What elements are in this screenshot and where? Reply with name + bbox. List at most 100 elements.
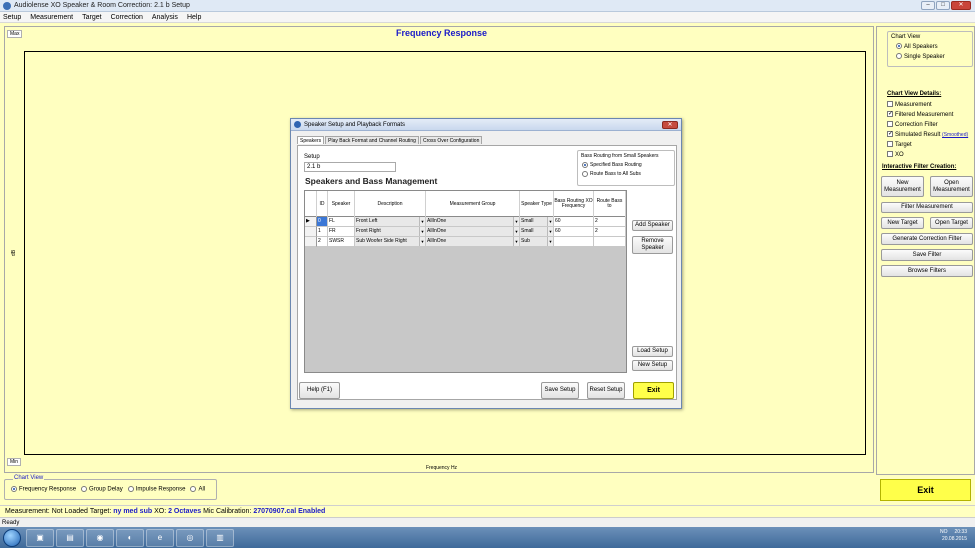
radio-specified-bass-routing[interactable]: Specified Bass Routing [578, 161, 674, 170]
check-simulated-result[interactable]: ✓ Simulated Result (Smoothed) [887, 130, 975, 140]
app-icon-n[interactable]: ◐ [116, 528, 144, 547]
check-label: XO [895, 152, 904, 158]
radio-frequency-response[interactable]: Frequency Response [11, 486, 76, 493]
radio-off-icon [896, 53, 902, 60]
cell-type-dropdown[interactable]: Small ▼ [520, 227, 554, 237]
check-filtered-measurement[interactable]: ✓ Filtered Measurement [887, 110, 975, 120]
setup-name-field[interactable]: 2.1 b [304, 162, 396, 172]
folder-icon[interactable]: ▤ [56, 528, 84, 547]
tab-speakers[interactable]: Speakers [297, 136, 325, 144]
minimize-button[interactable]: – [921, 1, 935, 10]
smoothed-link[interactable]: (Smoothed) [942, 132, 968, 138]
cell-xo-frequency[interactable]: 60 [554, 217, 594, 227]
cell-group-dropdown[interactable]: AllInOne ▼ [426, 237, 520, 247]
add-speaker-button[interactable]: Add Speaker [632, 220, 673, 231]
open-measurement-button[interactable]: Open Measurement [930, 176, 973, 197]
new-measurement-button[interactable]: New Measurement [881, 176, 924, 197]
generate-correction-filter-button[interactable]: Generate Correction Filter [881, 233, 973, 245]
save-setup-button[interactable]: Save Setup [541, 382, 579, 399]
check-label: Correction Filter [895, 122, 938, 128]
radio-route-bass-all-subs[interactable]: Route Bass to All Subs [578, 170, 674, 179]
cell-group-dropdown[interactable]: AllInOne ▼ [426, 217, 520, 227]
new-target-button[interactable]: New Target [881, 217, 924, 229]
start-button[interactable] [3, 528, 21, 547]
dropdown-arrow-icon: ▼ [513, 237, 519, 246]
y-max-field[interactable]: Max [7, 30, 23, 38]
menu-measurement[interactable]: Measurement [30, 14, 73, 21]
target-status-value: ny med sub [113, 508, 153, 515]
browse-filters-button[interactable]: Browse Filters [881, 265, 973, 277]
mic-status-value: 27070907.cal Enabled [253, 508, 326, 515]
cell-group-dropdown[interactable]: AllInOne ▼ [426, 227, 520, 237]
cell-type: Small [521, 218, 534, 224]
new-setup-button[interactable]: New Setup [632, 360, 673, 371]
cell-description-dropdown[interactable]: Front Left ▼ [355, 217, 426, 227]
tab-cross-over[interactable]: Cross Over Configuration [419, 136, 483, 144]
radio-single-speaker[interactable]: Single Speaker [888, 52, 972, 62]
cell-description-dropdown[interactable]: Front Right ▼ [355, 227, 426, 237]
explorer-icon[interactable]: ▣ [26, 528, 54, 547]
check-xo[interactable]: XO [887, 150, 975, 160]
dialog-close-button[interactable]: ✕ [662, 121, 678, 129]
tab-playback-format[interactable]: Play Back Format and Channel Routing [325, 136, 419, 144]
cell-speaker[interactable]: SWSR [328, 237, 355, 247]
radio-all[interactable]: All [190, 486, 205, 493]
cell-description-dropdown[interactable]: Sub Woofer Side Right ▼ [355, 237, 426, 247]
radio-all-speakers[interactable]: All Speakers [888, 42, 972, 52]
cell-type-dropdown[interactable]: Sub ▼ [520, 237, 554, 247]
cell-id[interactable]: 1 [317, 227, 328, 237]
menu-target[interactable]: Target [82, 14, 101, 21]
dialog-exit-button[interactable]: Exit [633, 382, 674, 399]
check-target[interactable]: Target [887, 140, 975, 150]
radio-group-delay[interactable]: Group Delay [81, 486, 123, 493]
cell-id[interactable]: 0 [317, 217, 328, 227]
cell-id[interactable]: 2 [317, 237, 328, 247]
main-exit-button[interactable]: Exit [880, 479, 971, 501]
help-button[interactable]: Help (F1) [299, 382, 340, 399]
browser-icon[interactable]: e [146, 528, 174, 547]
check-measurement[interactable]: Measurement [887, 100, 975, 110]
save-filter-button[interactable]: Save Filter [881, 249, 973, 261]
status-info-bar: Measurement: Not Loaded Target: ny med s… [0, 505, 975, 517]
bass-routing-title: Bass Routing from Small Speakers [581, 153, 659, 159]
cell-xo-frequency[interactable] [554, 237, 594, 247]
cell-speaker[interactable]: FR [328, 227, 355, 237]
load-setup-button[interactable]: Load Setup [632, 346, 673, 357]
radio-label: Frequency Response [19, 486, 77, 493]
close-button[interactable]: ✕ [951, 1, 971, 10]
table-row[interactable]: 1 FR Front Right ▼ AllInOne ▼ Small ▼ 60 2 [305, 227, 626, 237]
audiolense-icon[interactable]: ◉ [86, 528, 114, 547]
menu-help[interactable]: Help [187, 14, 201, 21]
cell-route-bass[interactable]: 2 [594, 217, 626, 227]
check-label: Measurement [895, 102, 932, 108]
details-title: Chart View Details: [887, 91, 942, 97]
col-header-speaker-type: Speaker Type [520, 191, 554, 217]
cell-speaker[interactable]: FL [328, 217, 355, 227]
maximize-button[interactable]: □ [936, 1, 950, 10]
check-correction-filter[interactable]: Correction Filter [887, 120, 975, 130]
cell-route-bass[interactable] [594, 237, 626, 247]
cell-route-bass[interactable]: 2 [594, 227, 626, 237]
tray-language[interactable]: NO [940, 529, 948, 535]
taskbar: ▣ ▤ ◉ ◐ e ◎ ▥ NO 20:33 20.08.2015 [0, 527, 975, 548]
col-header-description: Description [355, 191, 426, 217]
menu-setup[interactable]: Setup [3, 14, 21, 21]
dropdown-arrow-icon: ▼ [547, 227, 553, 236]
radio-impulse-response[interactable]: Impulse Response [127, 486, 185, 493]
media-icon[interactable]: ◎ [176, 528, 204, 547]
speaker-setup-dialog: Speaker Setup and Playback Formats ✕ Spe… [290, 118, 682, 409]
dialog-title: Speaker Setup and Playback Formats [304, 121, 406, 128]
table-row[interactable]: 2 SWSR Sub Woofer Side Right ▼ AllInOne ▼ … [305, 237, 626, 247]
remove-speaker-button[interactable]: Remove Speaker [632, 236, 673, 254]
checkbox-icon [887, 101, 893, 108]
menu-analysis[interactable]: Analysis [152, 14, 178, 21]
cell-type-dropdown[interactable]: Small ▼ [520, 217, 554, 227]
reset-setup-button[interactable]: Reset Setup [587, 382, 625, 399]
menu-correction[interactable]: Correction [111, 14, 143, 21]
open-target-button[interactable]: Open Target [930, 217, 973, 229]
filter-measurement-button[interactable]: Filter Measurement [881, 202, 973, 213]
table-row[interactable]: ▶ 0 FL Front Left ▼ AllInOne ▼ Small ▼ 60 2 [305, 217, 626, 227]
save-disk-icon[interactable]: ▥ [206, 528, 234, 547]
cell-xo-frequency[interactable]: 60 [554, 227, 594, 237]
col-header-route-bass: Route Bass to [594, 191, 626, 217]
